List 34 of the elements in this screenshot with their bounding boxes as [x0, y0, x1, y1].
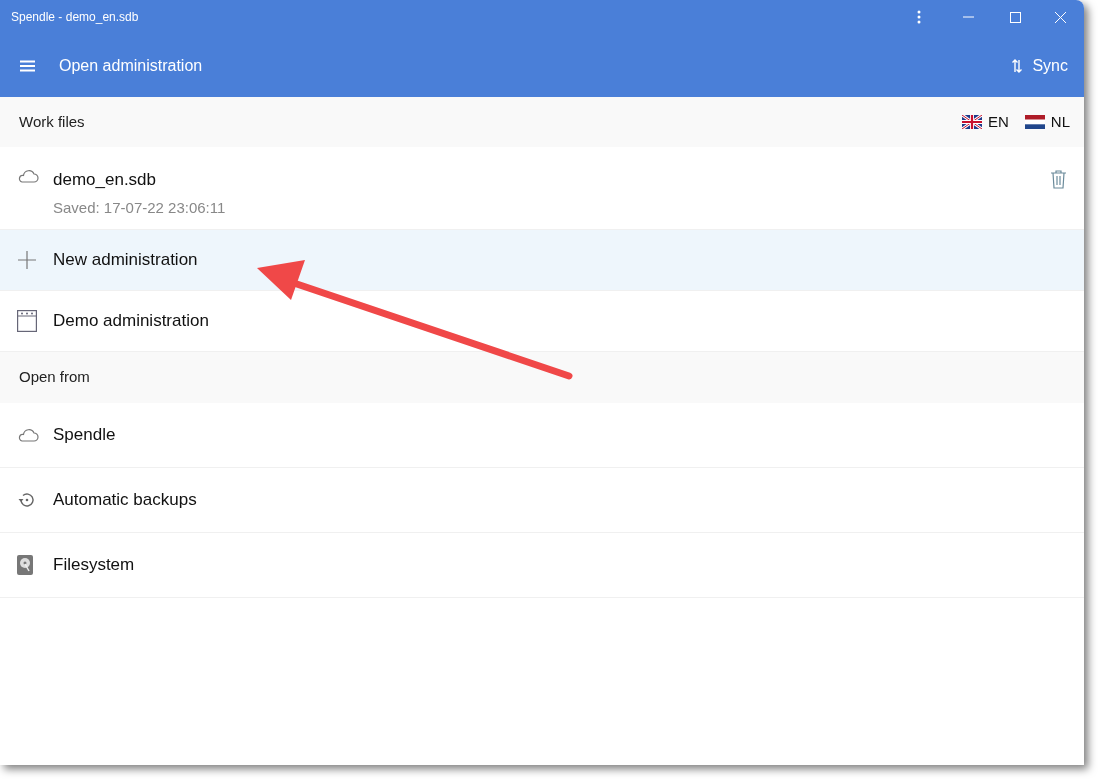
menu-icon[interactable] [20, 59, 35, 72]
item-title: New administration [53, 249, 199, 272]
work-file-item[interactable]: New administration [0, 230, 1084, 291]
work-file-item[interactable]: demo_en.sdb Saved: 17-07-22 23:06:11 [0, 147, 1084, 230]
item-title: demo_en.sdb [53, 169, 158, 191]
open-from-item[interactable]: Spendle [0, 403, 1084, 468]
language-option[interactable]: NL [1024, 110, 1070, 134]
sync-arrows-icon [1012, 58, 1023, 73]
item-subtitle: Saved: 17-07-22 23:06:11 [53, 197, 227, 218]
item-title: Demo administration [53, 310, 210, 333]
item-title: Filesystem [53, 554, 135, 577]
plus-icon [17, 250, 37, 270]
language-option[interactable]: EN [961, 110, 1009, 134]
cloud-icon [17, 169, 39, 183]
more-icon[interactable] [917, 10, 921, 24]
item-title: Spendle [53, 424, 116, 447]
section-heading: Open from [19, 367, 90, 388]
section-heading: Work files [19, 111, 86, 132]
sync-button[interactable]: Sync [1012, 53, 1068, 78]
open-from-item[interactable]: Filesystem [0, 533, 1084, 598]
cloud-icon [17, 428, 39, 442]
hard-drive-icon [17, 555, 33, 575]
window-title: Spendle - demo_en.sdb [11, 9, 140, 26]
maximize-icon[interactable] [1010, 11, 1021, 23]
trash-icon[interactable] [1051, 170, 1066, 189]
page-title: Open administration [59, 55, 204, 76]
nl-flag-icon [1024, 115, 1045, 129]
calendar-icon [17, 310, 37, 332]
item-title: Automatic backups [53, 489, 197, 512]
close-icon[interactable] [1055, 11, 1066, 23]
history-icon [17, 490, 37, 510]
open-from-item[interactable]: Automatic backups [0, 468, 1084, 533]
work-file-item[interactable]: Demo administration [0, 291, 1084, 352]
uk-flag-icon [961, 115, 982, 129]
